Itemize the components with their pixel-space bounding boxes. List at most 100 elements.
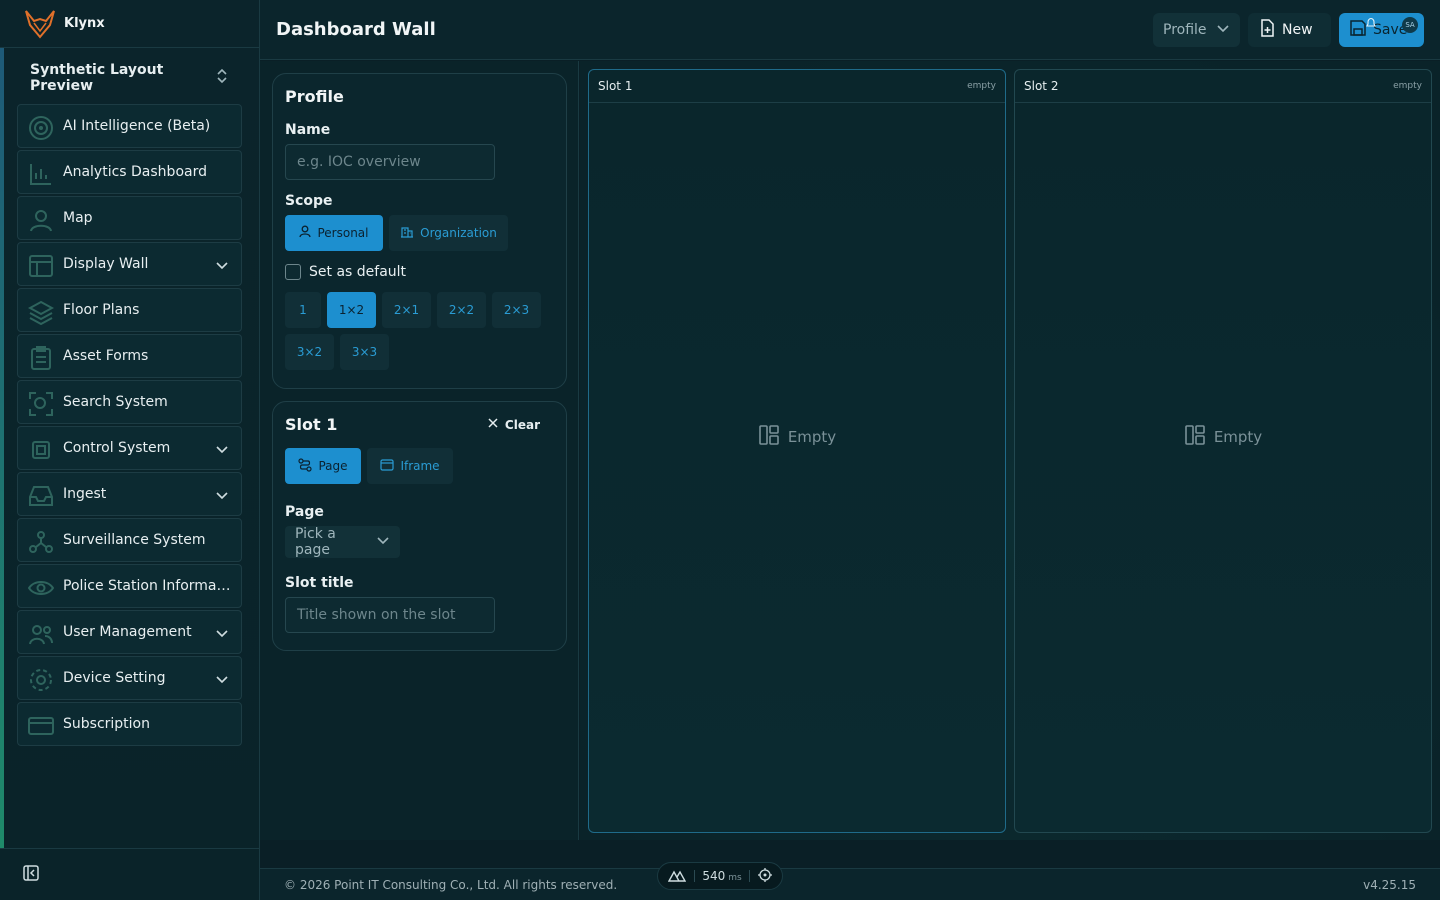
sidebar-item-user-management[interactable]: User Management [17,610,242,654]
eye-icon [27,575,55,601]
scope-personal-button[interactable]: Personal [285,215,383,251]
clear-button[interactable]: Clear [487,417,540,432]
new-button-label: New [1282,22,1313,38]
sidebar-item-label: User Management [63,624,192,640]
scan-icon [28,391,54,417]
layout-option-3x3[interactable]: 3×3 [340,334,389,370]
name-input[interactable]: e.g. IOC overview [285,144,495,180]
slot-header: Slot 2 empty [1015,70,1431,103]
chevron-down-icon [215,671,229,685]
sidebar-item-label: Control System [63,440,171,456]
page-select-value: Pick a page [295,526,336,558]
slot-empty-label: Empty [787,428,837,446]
slot-type-iframe-button[interactable]: Iframe [367,448,453,484]
layout-option-2x3[interactable]: 2×3 [492,292,541,328]
sidebar-item-floor-plans[interactable]: Floor Plans [17,288,242,332]
sidebar-item-label: Analytics Dashboard [63,164,207,180]
sidebar-item-device-setting[interactable]: Device Setting [17,656,242,700]
avatar[interactable]: SA [1402,17,1418,33]
layout-option-2x1[interactable]: 2×1 [382,292,431,328]
layout-dashboard-icon [758,424,780,450]
new-button[interactable]: New [1248,13,1331,47]
brand[interactable]: Klynx [0,0,259,48]
layout-option-2x2[interactable]: 2×2 [437,292,486,328]
chart-icon [28,161,54,187]
collapse-sidebar-icon[interactable] [22,864,40,886]
sidebar-item-label: AI Intelligence (Beta) [63,118,211,134]
chevron-updown-icon [215,67,229,89]
devtools-pill[interactable]: 540 ms [657,862,783,890]
building-icon [400,225,414,241]
layout-option-3x2[interactable]: 3×2 [285,334,334,370]
slot-header: Slot 1 empty [589,70,1005,103]
slot-type-page-label: Page [318,459,348,473]
sidebar-item-asset-forms[interactable]: Asset Forms [17,334,242,378]
page-select[interactable]: Pick a page [285,526,400,558]
sidebar-item-police-station[interactable]: Police Station Informati... [17,564,242,608]
brand-name: Klynx [64,16,105,31]
file-plus-icon [1258,19,1276,41]
scope-personal-label: Personal [317,226,369,240]
sidebar-item-surveillance-system[interactable]: Surveillance System [17,518,242,562]
browser-window-icon [380,458,395,475]
sidebar-accent-bar [0,48,4,848]
sidebar-item-control-system[interactable]: Control System [17,426,242,470]
sidebar-item-search-system[interactable]: Search System [17,380,242,424]
sidebar-item-label: Surveillance System [63,532,206,548]
workspace-switcher[interactable]: Synthetic Layout Preview [16,58,243,98]
separator [749,870,751,882]
chevron-down-icon [1216,21,1230,39]
profile-select[interactable]: Profile [1153,13,1240,47]
clear-button-label: Clear [504,417,540,432]
sidebar-item-map[interactable]: Map [17,196,242,240]
sidebar-item-ingest[interactable]: Ingest [17,472,242,516]
set-default-checkbox[interactable] [285,264,301,280]
profile-card-title: Profile [285,87,344,106]
chevron-down-icon [215,487,229,501]
name-label: Name [285,122,331,138]
latency-readout: 540 ms [702,869,741,883]
slot-type-page-button[interactable]: Page [285,448,361,484]
latency-unit: ms [728,873,742,883]
sidebar-item-ai-intelligence[interactable]: AI Intelligence (Beta) [17,104,242,148]
layout-option-1x2[interactable]: 1×2 [327,292,376,328]
bell-icon[interactable] [1365,17,1377,33]
slot-state: empty [967,81,996,91]
editor-panel: Profile Name e.g. IOC overview Scope Per… [260,61,579,840]
slot-title-input[interactable]: Title shown on the slot [285,597,495,633]
fox-logo-icon [24,8,56,40]
sidebar-item-subscription[interactable]: Subscription [17,702,242,746]
copyright-text: © 2026 Point IT Consulting Co., Ltd. All… [284,877,618,892]
slot-1[interactable]: Slot 1 empty Empty [588,69,1006,833]
slot-empty-placeholder: Empty [589,424,1005,450]
layout-option-1[interactable]: 1 [285,292,321,328]
inbox-icon [28,483,54,509]
slot-2[interactable]: Slot 2 empty Empty [1014,69,1432,833]
sidebar-item-label: Police Station Informati... [63,578,233,594]
route-icon [298,457,313,475]
scope-label: Scope [285,193,333,209]
chevron-down-icon [215,257,229,271]
sidebar-item-display-wall[interactable]: Display Wall [17,242,242,286]
slot-card-title: Slot 1 [285,415,338,434]
close-icon [487,417,499,432]
version-text: v4.25.15 [1363,877,1416,892]
page-footer: © 2026 Point IT Consulting Co., Ltd. All… [260,868,1440,900]
sidebar-item-analytics-dashboard[interactable]: Analytics Dashboard [17,150,242,194]
crosshair-icon[interactable] [758,867,772,885]
default-row: Set as default [285,264,554,280]
wall-preview: Slot 1 empty Empty Slot 2 empty Empty [580,61,1440,840]
save-button[interactable]: Save SA [1339,13,1424,47]
layers-icon [27,299,55,326]
person-pin-icon [28,207,54,233]
sidebar: Klynx Synthetic Layout Preview AI Intell… [0,0,260,900]
network-icon [28,529,54,555]
nuxt-logo-icon[interactable] [667,868,687,885]
target-icon [28,115,54,141]
chevron-down-icon [376,533,390,551]
top-header: Dashboard Wall Profile New Save SA [260,0,1440,60]
slot-title: Slot 2 [1024,79,1059,93]
credit-card-icon [28,713,54,739]
scope-organization-button[interactable]: Organization [389,215,508,251]
workspace-name: Synthetic Layout Preview [30,62,164,94]
